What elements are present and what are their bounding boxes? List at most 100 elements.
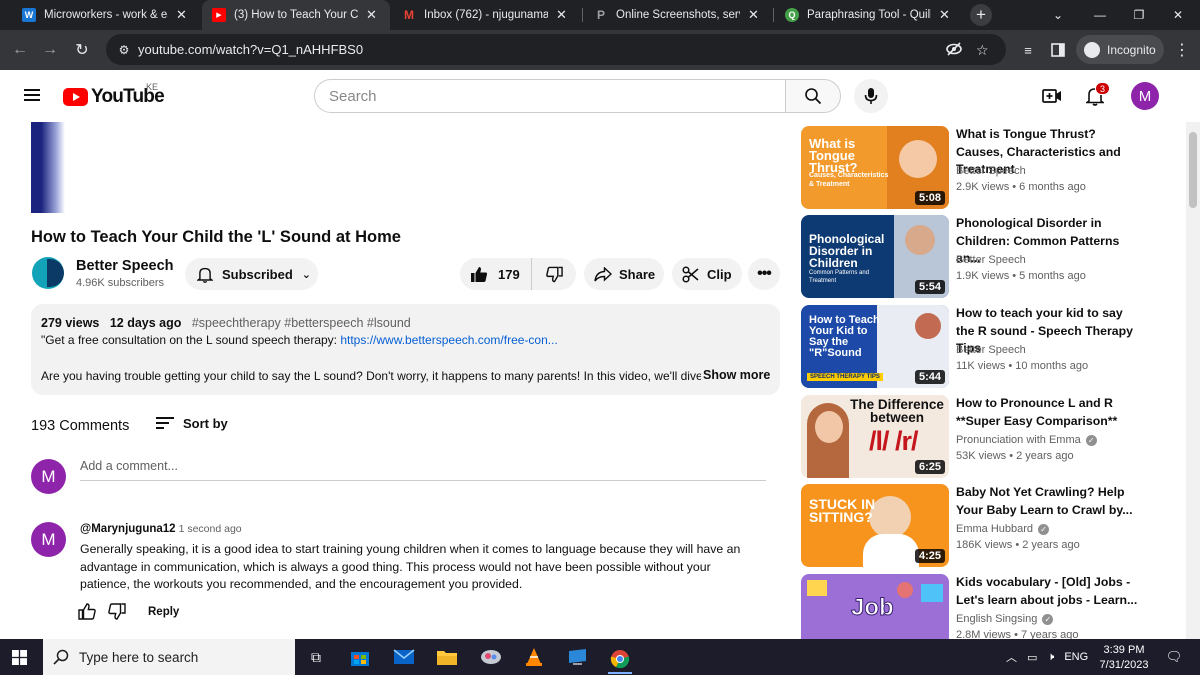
- minimize-window-button[interactable]: —: [1078, 0, 1122, 30]
- new-tab-button[interactable]: +: [970, 4, 992, 26]
- url-text[interactable]: youtube.com/watch?v=Q1_nAHHFBS0: [138, 42, 363, 57]
- browser-tab-microworkers[interactable]: W Microworkers - work & ear ✕: [12, 0, 200, 30]
- video-thumbnail[interactable]: STUCK IN SITTING? 4:25: [801, 484, 949, 567]
- close-tab-icon[interactable]: ✕: [556, 7, 567, 23]
- comment-count: 193 Comments: [31, 418, 130, 434]
- recommended-video[interactable]: What is Tongue Thrust? Causes, Character…: [801, 126, 1186, 210]
- video-description[interactable]: 279 views 12 days ago #speechtherapy #be…: [31, 304, 780, 395]
- more-actions-button[interactable]: •••: [748, 258, 780, 290]
- taskbar-clock[interactable]: 3:39 PM 7/31/2023: [1099, 643, 1149, 673]
- recommended-title[interactable]: Kids vocabulary - [Old] Jobs - Let's lea…: [956, 574, 1141, 609]
- snipping-tool-icon[interactable]: [479, 646, 503, 668]
- recommended-channel[interactable]: Pronunciation with Emma ✓: [956, 434, 1097, 446]
- close-tab-icon[interactable]: ✕: [366, 7, 377, 23]
- voice-search-button[interactable]: [854, 79, 888, 113]
- recommended-video[interactable]: The Difference between /l/ /r/ 6:25 How …: [801, 395, 1186, 479]
- network-icon[interactable]: ▭: [1027, 651, 1037, 664]
- close-tab-icon[interactable]: ✕: [176, 7, 187, 23]
- taskbar-search-input[interactable]: Type here to search: [43, 639, 295, 675]
- recommended-channel[interactable]: Better Speech: [956, 344, 1026, 356]
- recommended-video[interactable]: Phonological Disorder in Children Common…: [801, 215, 1186, 299]
- add-comment-input[interactable]: Add a comment...: [80, 459, 766, 481]
- video-thumbnail[interactable]: The Difference between /l/ /r/ 6:25: [801, 395, 949, 478]
- windows-start-icon[interactable]: [12, 650, 27, 665]
- search-input[interactable]: Search: [314, 79, 786, 113]
- file-explorer-icon[interactable]: [435, 646, 459, 668]
- chrome-taskbar-icon[interactable]: [608, 646, 632, 674]
- comment-dislike-icon[interactable]: [108, 603, 126, 620]
- site-info-icon[interactable]: ⚙: [114, 40, 134, 60]
- recommended-title[interactable]: Baby Not Yet Crawling? Help Your Baby Le…: [956, 484, 1141, 519]
- close-tab-icon[interactable]: ✕: [939, 7, 950, 23]
- comment-author-handle[interactable]: @Marynjuguna12: [80, 523, 176, 535]
- video-player[interactable]: [31, 122, 65, 213]
- sort-by-button[interactable]: Sort by: [156, 416, 228, 431]
- remote-desktop-icon[interactable]: [565, 646, 589, 668]
- back-arrow-icon[interactable]: ←: [8, 38, 32, 62]
- browser-tab-quillbot[interactable]: Q Paraphrasing Tool - QuillBo ✕: [775, 0, 963, 30]
- side-panel-icon[interactable]: [1046, 38, 1070, 62]
- recommended-channel[interactable]: Emma Hubbard ✓: [956, 523, 1050, 535]
- bookmark-star-icon[interactable]: ☆: [976, 42, 989, 59]
- dislike-button[interactable]: [532, 258, 576, 290]
- comment-timestamp[interactable]: 1 second ago: [179, 523, 242, 535]
- input-language[interactable]: ENG: [1064, 651, 1088, 663]
- channel-avatar[interactable]: [32, 257, 64, 289]
- share-button[interactable]: Share: [584, 258, 664, 290]
- show-hidden-icons-chevron-icon[interactable]: ︿: [1006, 649, 1017, 665]
- microsoft-store-icon[interactable]: [348, 646, 372, 668]
- hashtags[interactable]: #speechtherapy #betterspeech #lsound: [192, 316, 411, 330]
- subscribed-button[interactable]: Subscribed ⌄: [185, 258, 318, 290]
- video-thumbnail[interactable]: What is Tongue Thrust? Causes, Character…: [801, 126, 949, 209]
- media-controls-icon[interactable]: ≡: [1016, 38, 1040, 62]
- create-video-icon[interactable]: [1040, 84, 1064, 108]
- recommended-channel[interactable]: Better Speech: [956, 165, 1026, 177]
- address-bar[interactable]: ⚙ youtube.com/watch?v=Q1_nAHHFBS0 ☆: [106, 34, 1006, 65]
- show-more-button[interactable]: Show more: [703, 368, 770, 382]
- vlc-icon[interactable]: [522, 646, 546, 668]
- close-window-button[interactable]: ✕: [1156, 0, 1200, 30]
- microphone-icon: [864, 88, 878, 104]
- country-code: KE: [146, 82, 159, 92]
- like-button[interactable]: 179: [460, 258, 532, 290]
- video-thumbnail[interactable]: How to Teach Your Kid to Say the "R"Soun…: [801, 305, 949, 388]
- video-thumbnail[interactable]: Job: [801, 574, 949, 639]
- mail-icon[interactable]: [392, 646, 416, 668]
- page-scrollbar[interactable]: [1186, 122, 1200, 639]
- notifications-center-icon[interactable]: 🗨: [1162, 646, 1186, 668]
- browser-tab-gmail[interactable]: M Inbox (762) - njugunamary ✕: [392, 0, 580, 30]
- reload-icon[interactable]: ↻: [70, 38, 94, 62]
- comment-like-icon[interactable]: [78, 603, 96, 620]
- incognito-indicator[interactable]: Incognito: [1076, 35, 1164, 64]
- clip-button[interactable]: Clip: [672, 258, 742, 290]
- task-view-icon[interactable]: ⧉: [304, 646, 328, 668]
- browser-tab-screenshots[interactable]: P Online Screenshots, service ✕: [584, 0, 772, 30]
- reply-button[interactable]: Reply: [148, 606, 179, 618]
- commenter-avatar: M: [31, 459, 66, 494]
- tab-search-chevron-icon[interactable]: ⌄: [1036, 0, 1080, 30]
- youtube-logo[interactable]: YouTube KE: [63, 82, 165, 108]
- channel-name[interactable]: Better Speech: [76, 258, 174, 274]
- scrollbar-thumb[interactable]: [1189, 132, 1197, 208]
- screenshots-favicon-icon: P: [594, 8, 608, 22]
- video-thumbnail[interactable]: Phonological Disorder in Children Common…: [801, 215, 949, 298]
- incognito-icon: [1084, 41, 1100, 58]
- user-avatar[interactable]: M: [1131, 82, 1159, 110]
- search-button[interactable]: [785, 79, 841, 113]
- consultation-link[interactable]: https://www.betterspeech.com/free-con...: [340, 333, 557, 347]
- recommended-channel[interactable]: English Singsing ✓: [956, 613, 1054, 625]
- forward-arrow-icon[interactable]: →: [38, 38, 62, 62]
- recommended-title[interactable]: How to Pronounce L and R **Super Easy Co…: [956, 395, 1141, 430]
- volume-muted-icon[interactable]: 🕨: [1047, 651, 1054, 664]
- hamburger-menu-icon[interactable]: [24, 89, 40, 101]
- recommended-channel[interactable]: Better Speech: [956, 254, 1026, 266]
- close-tab-icon[interactable]: ✕: [748, 7, 759, 23]
- recommended-video[interactable]: How to Teach Your Kid to Say the "R"Soun…: [801, 305, 1186, 389]
- browser-tab-youtube[interactable]: ▶ (3) How to Teach Your Chil ✕: [202, 0, 390, 30]
- recommended-video[interactable]: Job Kids vocabulary - [Old] Jobs - Let's…: [801, 574, 1186, 639]
- browser-menu-icon[interactable]: ⋮: [1170, 38, 1194, 62]
- tracking-protection-eye-icon[interactable]: [946, 42, 962, 59]
- recommended-video[interactable]: STUCK IN SITTING? 4:25 Baby Not Yet Craw…: [801, 484, 1186, 568]
- restore-window-button[interactable]: ❐: [1117, 0, 1161, 30]
- comment-author-avatar[interactable]: M: [31, 522, 66, 557]
